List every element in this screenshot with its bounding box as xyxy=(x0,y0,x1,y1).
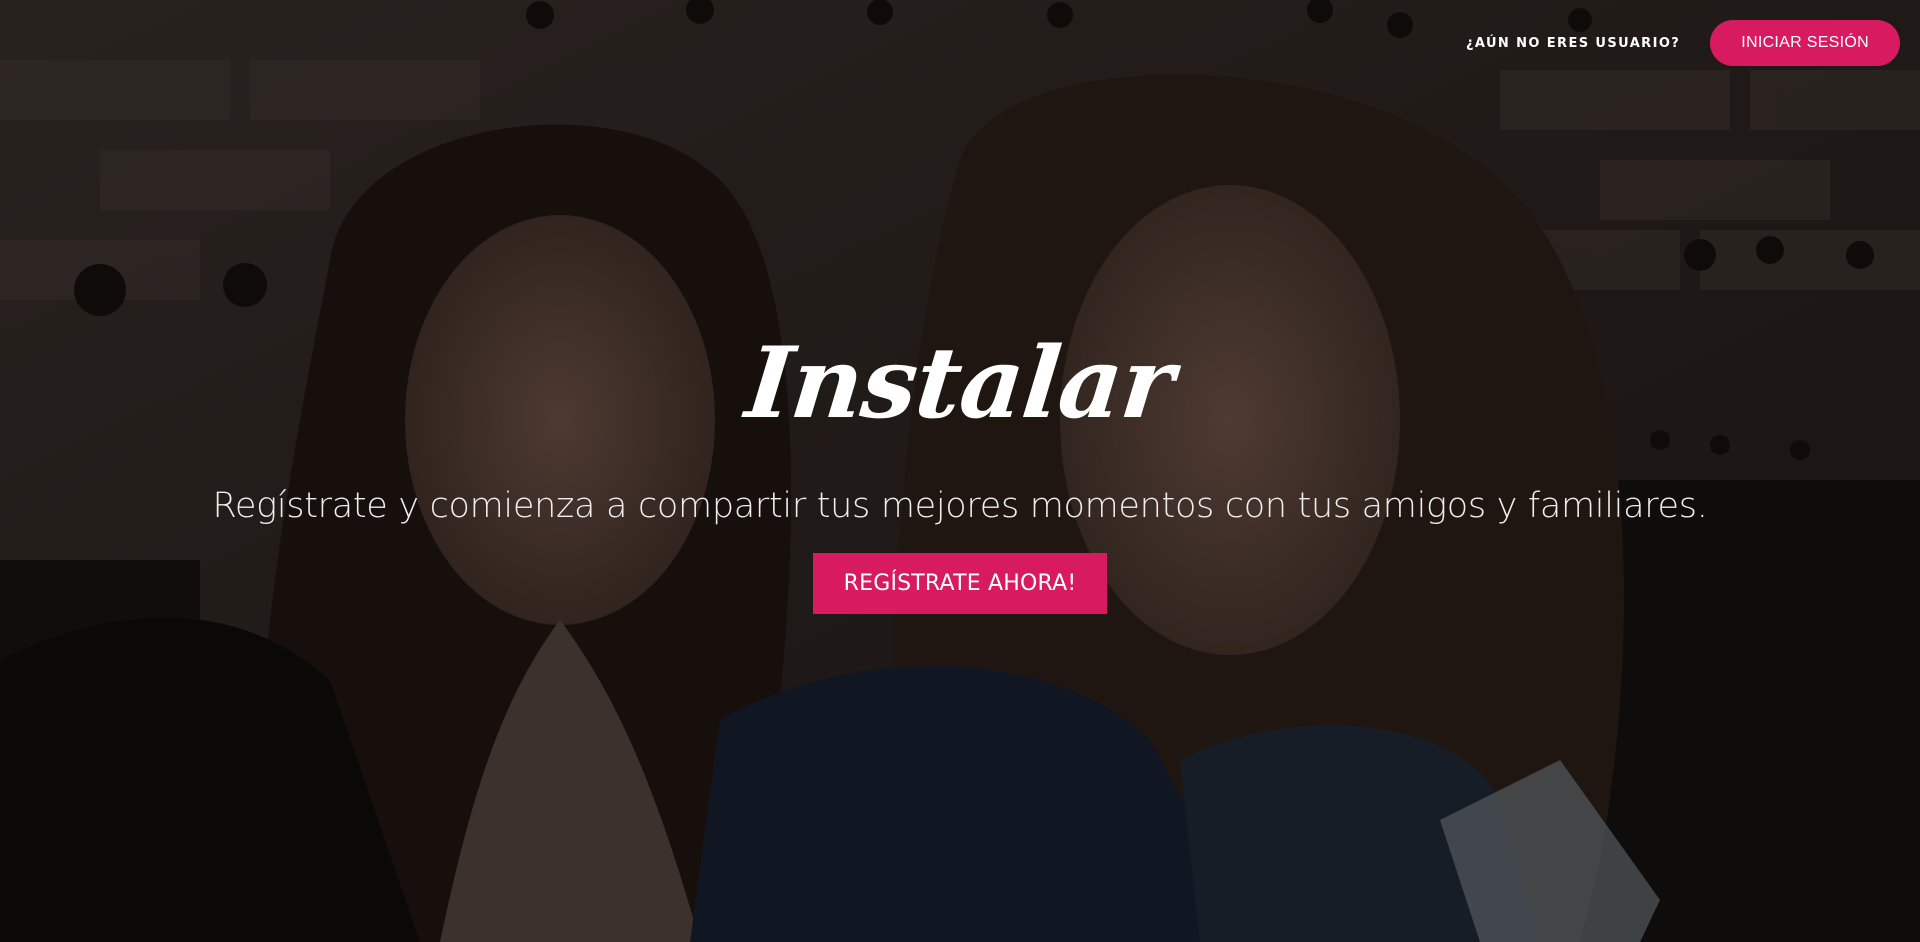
hero-tagline: Regístrate y comienza a compartir tus me… xyxy=(212,486,1708,526)
top-navigation: ¿AÚN NO ERES USUARIO? INICIAR SESIÓN xyxy=(1466,20,1900,66)
register-now-button[interactable]: REGÍSTRATE AHORA! xyxy=(812,553,1108,614)
hero-content: Instalar Regístrate y comienza a compart… xyxy=(0,326,1920,614)
app-logo: Instalar xyxy=(741,326,1179,441)
login-button[interactable]: INICIAR SESIÓN xyxy=(1710,20,1900,66)
signup-prompt-link[interactable]: ¿AÚN NO ERES USUARIO? xyxy=(1466,36,1680,51)
hero-section: ¿AÚN NO ERES USUARIO? INICIAR SESIÓN Ins… xyxy=(0,0,1920,942)
